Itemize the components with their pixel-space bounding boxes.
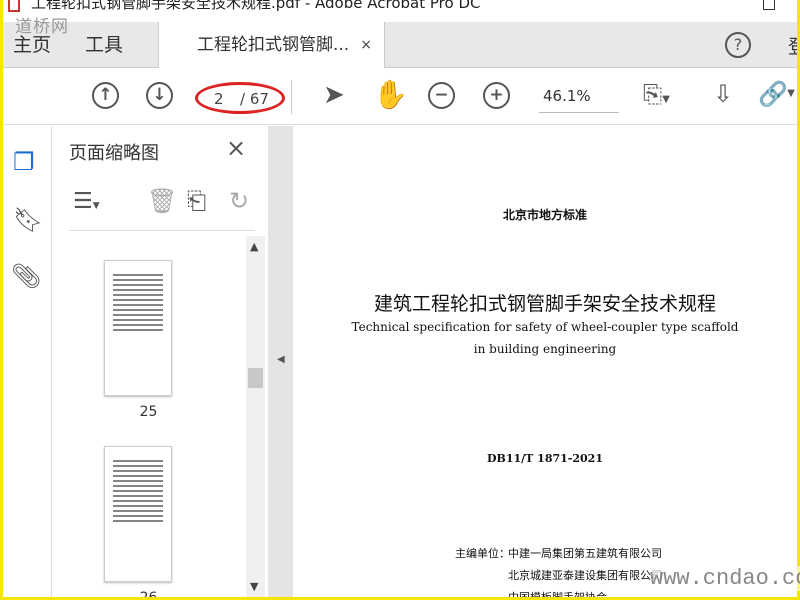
- select-tool-icon[interactable]: ➤: [323, 80, 345, 110]
- scroll-down-icon[interactable]: ▼: [250, 580, 258, 593]
- previous-page-button[interactable]: ↑: [92, 82, 119, 109]
- toolbar-divider: [291, 80, 292, 114]
- hand-tool-icon[interactable]: ✋: [373, 78, 408, 111]
- zoom-out-button[interactable]: −: [428, 82, 455, 109]
- pdf-file-icon: [8, 0, 20, 12]
- title-bar: 工程轮扣式钢管脚手架安全技术规程.pdf - Adobe Acrobat Pro…: [3, 0, 797, 22]
- options-menu-icon[interactable]: ☰▼: [73, 189, 100, 214]
- scroll-up-icon[interactable]: ▲: [250, 240, 258, 253]
- page-thumbnail[interactable]: [104, 446, 172, 582]
- page-thumbnails-icon[interactable]: ❐: [13, 148, 35, 176]
- editor-unit: 北京城建亚泰建设集团有限公司: [508, 569, 662, 582]
- page-number-field[interactable]: 2 / 67: [195, 82, 285, 114]
- insert-page-icon[interactable]: ⎗: [187, 187, 206, 215]
- login-button[interactable]: 登: [788, 32, 797, 59]
- share-link-icon[interactable]: 🔗: [758, 80, 788, 108]
- scroll-mode-icon[interactable]: ⇩: [713, 80, 733, 108]
- page-thumbnail[interactable]: [104, 260, 172, 396]
- acrobat-window: 工程轮扣式钢管脚手架安全技术规程.pdf - Adobe Acrobat Pro…: [3, 0, 797, 597]
- doc-title-en-1: Technical specification for safety of wh…: [351, 320, 739, 334]
- thumbnail-label: 25: [139, 404, 158, 420]
- rotate-icon[interactable]: ↻: [229, 187, 249, 215]
- tab-document-label: 工程轮扣式钢管脚...: [197, 35, 350, 55]
- scrollbar-thumb[interactable]: [248, 368, 263, 388]
- navigation-pane: ❐ 🔖︎ 📎︎: [3, 126, 52, 597]
- doc-code: DB11/T 1871-2021: [487, 452, 603, 465]
- doc-title-cn: 建筑工程轮扣式钢管脚手架安全技术规程: [373, 293, 716, 315]
- thumbnail-label: 26: [52, 590, 245, 597]
- pane-splitter[interactable]: ◀: [268, 126, 293, 597]
- tab-close-button[interactable]: ×: [360, 22, 372, 68]
- watermark-logo: 道桥网: [15, 17, 69, 37]
- panel-close-button[interactable]: ×: [226, 134, 246, 162]
- zoom-select[interactable]: 46.1% ▼: [539, 83, 795, 113]
- tab-document[interactable]: 工程轮扣式钢管脚... ×: [158, 22, 385, 69]
- help-icon[interactable]: ?: [725, 32, 751, 58]
- delete-page-icon[interactable]: 🗑︎: [147, 187, 177, 215]
- doc-title-en-2: in building engineering: [473, 342, 617, 356]
- collapse-pane-icon[interactable]: ◀: [277, 354, 285, 365]
- watermark-url: www.cndao.com: [650, 566, 800, 591]
- thumbnail-list: 25 26: [52, 236, 245, 597]
- panel-title: 页面缩略图: [69, 143, 159, 164]
- tab-tools[interactable]: 工具: [85, 22, 123, 68]
- doc-header: 北京市地方标准: [502, 208, 587, 222]
- editor-unit: 中建一局集团第五建筑有限公司: [508, 547, 662, 560]
- document-page: 北京市地方标准 建筑工程轮扣式钢管脚手架安全技术规程 Technical spe…: [293, 126, 797, 597]
- editor-label: 主编单位：: [455, 547, 510, 560]
- tab-bar: 主页 工具 工程轮扣式钢管脚...× ? 登: [3, 22, 797, 69]
- window-title: 工程轮扣式钢管脚手架安全技术规程.pdf - Adobe Acrobat Pro…: [31, 0, 481, 12]
- panel-toolbar: ☰▼ 🗑︎ ⎗ ↻: [69, 181, 255, 231]
- editor-unit: 中国模板脚手架协会: [508, 589, 607, 597]
- attachments-icon[interactable]: 📎︎: [11, 262, 41, 290]
- thumbnail-scrollbar[interactable]: ▲ ▼: [246, 236, 265, 597]
- zoom-in-button[interactable]: +: [483, 82, 510, 109]
- next-page-button[interactable]: ↓: [146, 82, 173, 109]
- maximize-button[interactable]: [763, 0, 775, 10]
- thumbnails-panel: 页面缩略图 × ☰▼ 🗑︎ ⎗ ↻ 25 26 ▲ ▼: [52, 126, 268, 597]
- bookmarks-icon[interactable]: 🔖︎: [13, 206, 43, 234]
- total-pages: / 67: [240, 90, 269, 108]
- fit-page-icon[interactable]: ⎘▼: [643, 80, 670, 108]
- toolbar: ↑ ↓ 2 / 67 ➤ ✋ − + 46.1% ▼ ⎘▼ ⇩ 🔗: [3, 68, 797, 125]
- current-page[interactable]: 2: [214, 90, 224, 108]
